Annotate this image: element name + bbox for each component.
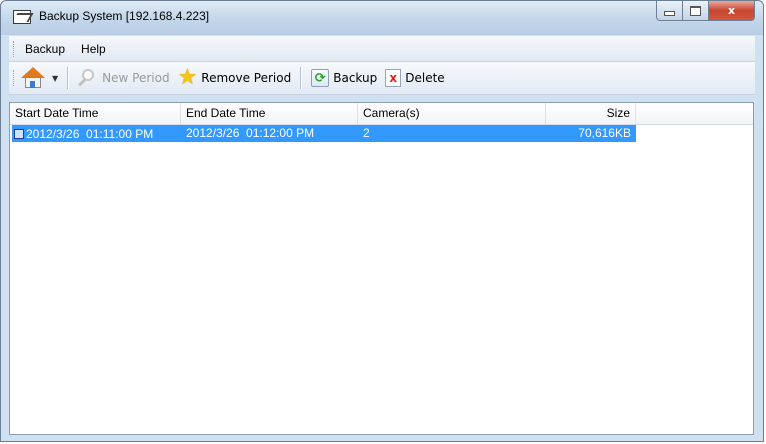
maximize-button[interactable]: [683, 1, 709, 21]
backup-label: Backup: [333, 71, 378, 85]
list-header: Start Date Time End Date Time Camera(s) …: [10, 103, 753, 125]
cell-size: 70,616KB: [578, 126, 631, 140]
chevron-down-icon: ▼: [52, 73, 59, 83]
column-end-date-time[interactable]: End Date Time: [181, 103, 358, 124]
column-cameras[interactable]: Camera(s): [358, 103, 546, 124]
home-dropdown-button[interactable]: ▼: [17, 65, 62, 91]
close-icon: x: [727, 4, 736, 17]
cell-end: 2012/3/26 01:12:00 PM: [186, 126, 315, 140]
new-period-button[interactable]: New Period: [74, 65, 173, 91]
window-title: Backup System [192.168.4.223]: [39, 9, 210, 23]
backup-list[interactable]: Start Date Time End Date Time Camera(s) …: [9, 102, 754, 435]
star-icon: ★: [177, 65, 198, 90]
new-period-label: New Period: [102, 71, 170, 85]
column-start-date-time[interactable]: Start Date Time: [10, 103, 181, 124]
table-row[interactable]: 2012/3/26 01:11:00 PM 2012/3/26 01:12:00…: [12, 125, 636, 142]
toolbar-separator: [67, 67, 70, 89]
menu-bar: Backup Help: [9, 36, 755, 62]
video-file-icon: [14, 129, 24, 139]
remove-period-button[interactable]: ★ Remove Period: [174, 65, 296, 91]
cell-start: 2012/3/26 01:11:00 PM: [12, 125, 181, 142]
menu-backup[interactable]: Backup: [17, 42, 73, 56]
remove-period-label: Remove Period: [201, 71, 292, 85]
delete-button[interactable]: x Delete: [381, 65, 448, 91]
maximize-icon: [690, 5, 701, 16]
delete-label: Delete: [405, 71, 445, 85]
close-button[interactable]: x: [709, 1, 755, 21]
home-icon: [21, 67, 45, 89]
backup-button[interactable]: ⟳ Backup: [307, 65, 381, 91]
toolbar: ▼ New Period ★ Remove Period ⟳ Backup x …: [9, 62, 755, 95]
backup-system-window: Backup System [192.168.4.223] x Backup H…: [0, 0, 764, 442]
toolbar-separator: [300, 67, 303, 89]
minimize-icon: [664, 11, 675, 16]
search-icon: [78, 68, 98, 88]
start-date-time: 2012/3/26 01:11:00 PM: [26, 127, 154, 141]
refresh-icon: ⟳: [311, 69, 330, 87]
menu-help[interactable]: Help: [73, 42, 114, 56]
column-size[interactable]: Size: [546, 103, 636, 124]
minimize-button[interactable]: [656, 1, 683, 21]
caption-buttons: x: [656, 1, 755, 22]
delete-icon: x: [385, 69, 402, 87]
cell-cameras: 2: [363, 126, 370, 140]
title-bar[interactable]: Backup System [192.168.4.223] x: [1, 1, 763, 35]
app-window-icon: [13, 10, 31, 24]
